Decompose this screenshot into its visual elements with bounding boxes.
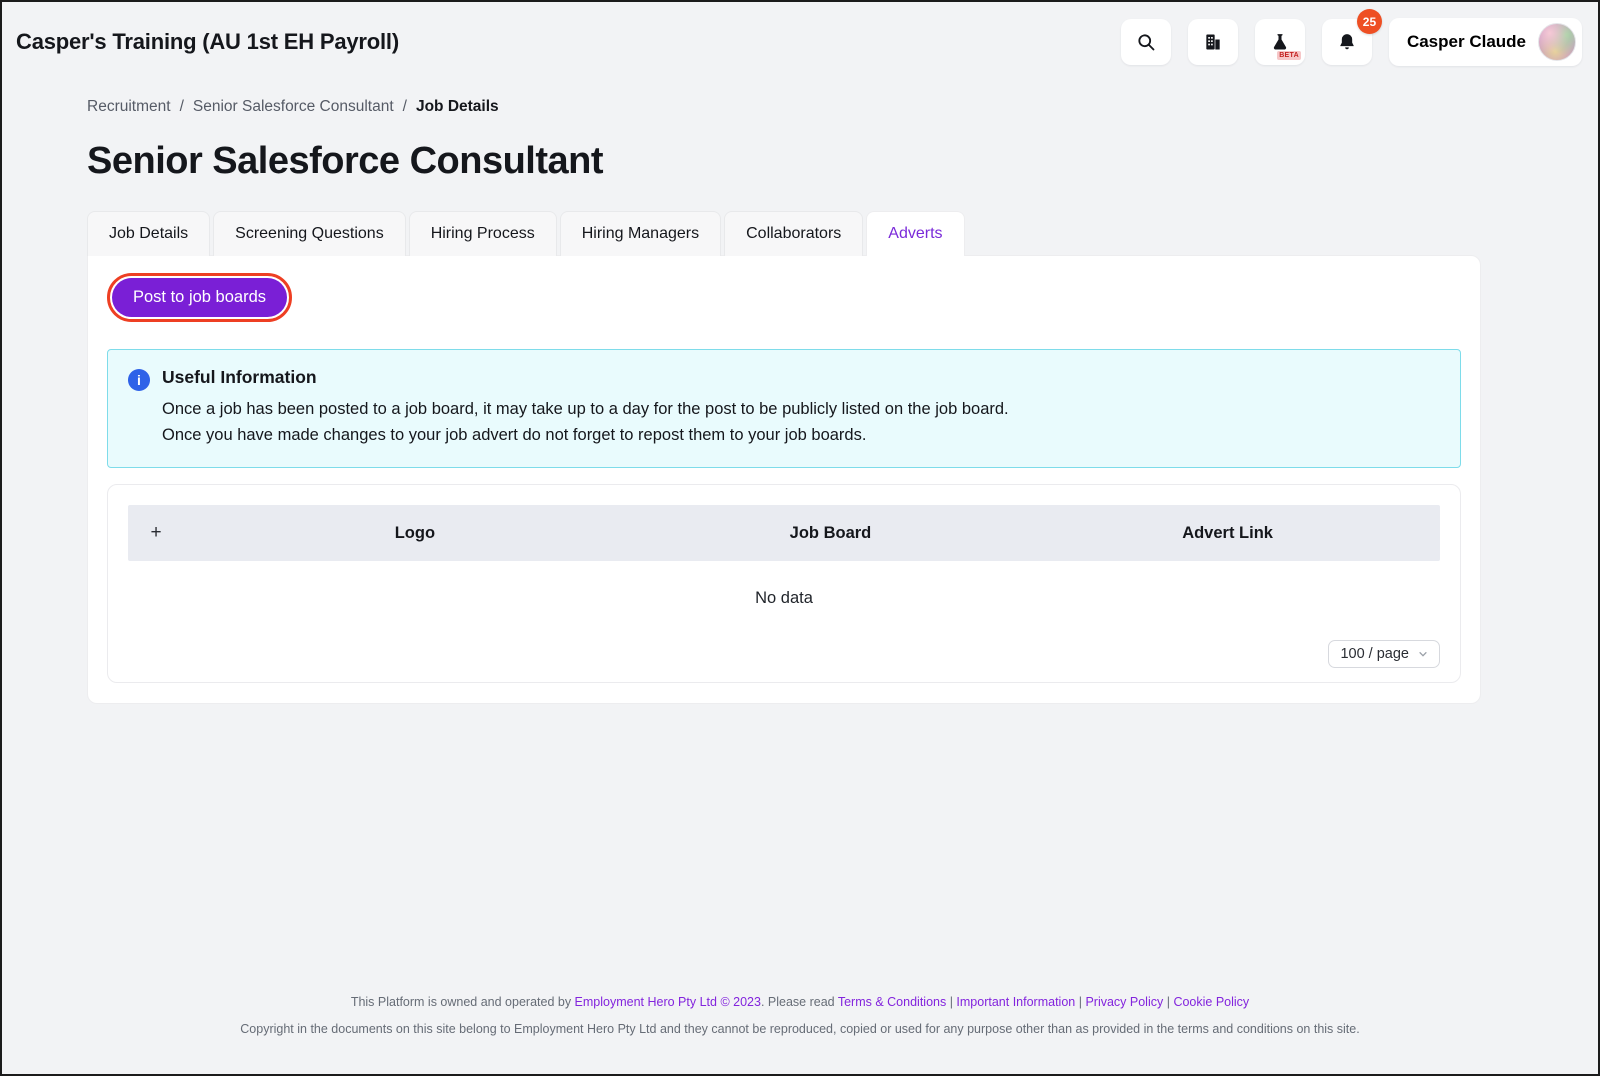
bell-icon bbox=[1337, 32, 1357, 52]
footer: This Platform is owned and operated by E… bbox=[2, 995, 1598, 1036]
page-size-value: 100 / page bbox=[1340, 646, 1409, 662]
user-name: Casper Claude bbox=[1407, 32, 1526, 52]
column-header-logo: Logo bbox=[184, 524, 646, 543]
empty-state-text: No data bbox=[128, 561, 1440, 640]
search-icon bbox=[1136, 32, 1156, 52]
chevron-down-icon bbox=[1418, 649, 1428, 659]
breadcrumb: Recruitment / Senior Salesforce Consulta… bbox=[87, 98, 1481, 116]
adverts-panel: Post to job boards i Useful Information … bbox=[87, 255, 1481, 704]
footer-middle: . Please read bbox=[761, 995, 838, 1009]
footer-separator: | bbox=[1163, 995, 1173, 1009]
column-header-advert-link: Advert Link bbox=[1015, 524, 1440, 543]
important-information-link[interactable]: Important Information bbox=[956, 995, 1075, 1009]
table-header-row: + Logo Job Board Advert Link bbox=[128, 505, 1440, 561]
main-content: Recruitment / Senior Salesforce Consulta… bbox=[2, 98, 1598, 704]
info-line-1: Once a job has been posted to a job boar… bbox=[162, 397, 1009, 423]
post-to-job-boards-button[interactable]: Post to job boards bbox=[112, 278, 287, 317]
footer-separator: | bbox=[946, 995, 956, 1009]
top-bar: Casper's Training (AU 1st EH Payroll) BE… bbox=[2, 2, 1598, 66]
highlight-ring: Post to job boards bbox=[107, 273, 292, 322]
page-size-select[interactable]: 100 / page bbox=[1328, 640, 1440, 668]
breadcrumb-current: Job Details bbox=[416, 98, 499, 116]
info-icon: i bbox=[128, 369, 150, 391]
breadcrumb-separator: / bbox=[180, 98, 184, 116]
beta-features-button[interactable]: BETA bbox=[1255, 19, 1305, 65]
notification-count-badge: 25 bbox=[1357, 9, 1382, 34]
organisation-button[interactable] bbox=[1188, 19, 1238, 65]
notifications-button[interactable]: 25 bbox=[1322, 19, 1372, 65]
employment-hero-link[interactable]: Employment Hero Pty Ltd © 2023 bbox=[575, 995, 761, 1009]
info-alert: i Useful Information Once a job has been… bbox=[107, 349, 1461, 468]
breadcrumb-separator: / bbox=[403, 98, 407, 116]
footer-line-1: This Platform is owned and operated by E… bbox=[2, 995, 1598, 1009]
pagination: 100 / page bbox=[128, 640, 1440, 668]
tab-job-details[interactable]: Job Details bbox=[87, 211, 210, 256]
cookie-policy-link[interactable]: Cookie Policy bbox=[1173, 995, 1249, 1009]
info-content: Useful Information Once a job has been p… bbox=[162, 367, 1009, 448]
app-window: Casper's Training (AU 1st EH Payroll) BE… bbox=[0, 0, 1600, 1076]
org-title: Casper's Training (AU 1st EH Payroll) bbox=[16, 29, 399, 55]
search-button[interactable] bbox=[1121, 19, 1171, 65]
flask-icon bbox=[1270, 32, 1290, 52]
building-icon bbox=[1203, 32, 1223, 52]
info-title: Useful Information bbox=[162, 367, 1009, 388]
info-line-2: Once you have made changes to your job a… bbox=[162, 423, 1009, 449]
expand-all-control[interactable]: + bbox=[128, 522, 184, 544]
tab-collaborators[interactable]: Collaborators bbox=[724, 211, 863, 256]
footer-line-2: Copyright in the documents on this site … bbox=[2, 1022, 1598, 1036]
tab-screening-questions[interactable]: Screening Questions bbox=[213, 211, 406, 256]
page-title: Senior Salesforce Consultant bbox=[87, 140, 1481, 183]
column-header-job-board: Job Board bbox=[646, 524, 1015, 543]
top-bar-actions: BETA 25 Casper Claude bbox=[1121, 18, 1582, 66]
tab-hiring-process[interactable]: Hiring Process bbox=[409, 211, 557, 256]
tab-hiring-managers[interactable]: Hiring Managers bbox=[560, 211, 721, 256]
breadcrumb-recruitment[interactable]: Recruitment bbox=[87, 98, 171, 116]
terms-and-conditions-link[interactable]: Terms & Conditions bbox=[838, 995, 946, 1009]
breadcrumb-job[interactable]: Senior Salesforce Consultant bbox=[193, 98, 394, 116]
adverts-table-card: + Logo Job Board Advert Link No data 100… bbox=[107, 484, 1461, 683]
beta-badge: BETA bbox=[1277, 51, 1301, 60]
footer-prefix: This Platform is owned and operated by bbox=[351, 995, 575, 1009]
privacy-policy-link[interactable]: Privacy Policy bbox=[1085, 995, 1163, 1009]
user-menu[interactable]: Casper Claude bbox=[1389, 18, 1582, 66]
footer-separator: | bbox=[1075, 995, 1085, 1009]
tab-adverts[interactable]: Adverts bbox=[866, 211, 964, 256]
tab-bar: Job Details Screening Questions Hiring P… bbox=[87, 211, 1481, 255]
user-avatar bbox=[1538, 23, 1576, 61]
